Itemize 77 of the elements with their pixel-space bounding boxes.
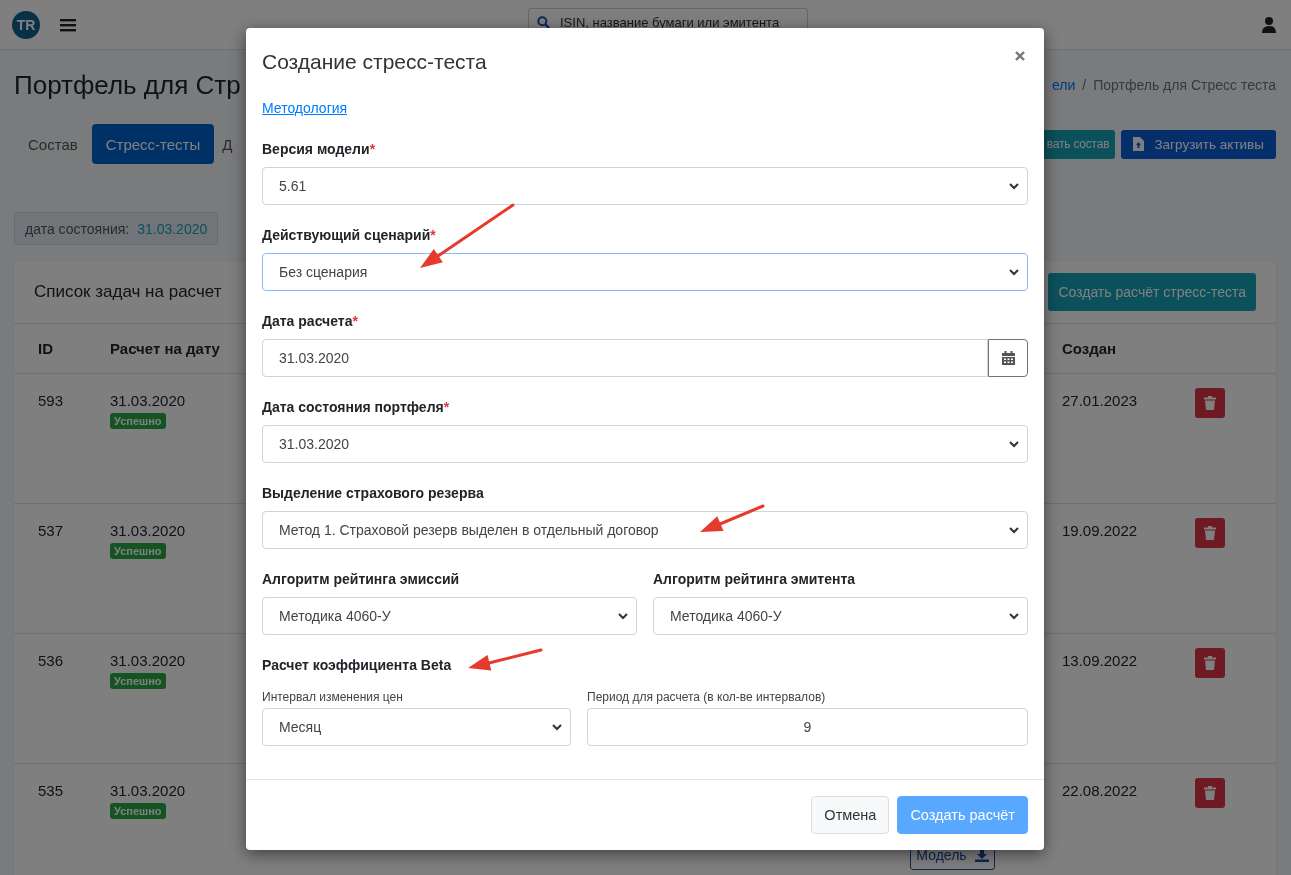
field-label: Интервал изменения цен (262, 689, 404, 706)
section-title: Расчет коэффициента Beta (262, 656, 452, 675)
chevron-down-icon (552, 723, 562, 731)
status-badge: Успешно (110, 543, 166, 559)
table-cell-text: 537 (38, 522, 65, 539)
field-label: Версия модели* (262, 140, 377, 159)
field-label: Выделение страхового резерва (262, 484, 485, 503)
status-badge: Успешно (110, 803, 166, 819)
state-date-value: 31.03.2020 (137, 220, 208, 237)
chevron-down-icon (618, 612, 628, 620)
chevron-down-icon (1009, 268, 1019, 276)
breadcrumb-item[interactable]: ели (1052, 77, 1076, 93)
search-icon (537, 16, 550, 29)
dialog-title: Создание стресс-теста (262, 49, 487, 75)
column-header: Расчет на дату (110, 340, 221, 357)
dialog-button[interactable]: Отмена (811, 796, 890, 834)
number-field[interactable]: 9 (587, 708, 1028, 746)
chevron-down-icon (1009, 612, 1019, 620)
create-stress-test-button[interactable]: Создать расчёт стресс-теста (1048, 273, 1256, 311)
breadcrumb-item: Портфель для Стресс теста (1093, 77, 1276, 93)
field-label: Дата состояния портфеля* (262, 398, 451, 417)
state-date-label: дата состояния: (25, 220, 130, 237)
file-upload-icon (1133, 137, 1145, 151)
table-cell-text: 27.01.2023 (1062, 392, 1139, 409)
table-cell-text: 536 (38, 652, 65, 669)
tab[interactable]: Д (214, 124, 247, 164)
table-cell-text: 19.09.2022 (1062, 522, 1139, 539)
table-cell: 31.03.2020 (110, 652, 186, 669)
tab[interactable]: Стресс-тесты (91, 124, 215, 164)
breadcrumb-separator: / (1082, 77, 1087, 93)
select-field[interactable]: Методика 4060-У (262, 597, 637, 635)
field-label: Дата расчета* (262, 312, 359, 331)
methodology-link[interactable]: Методология (262, 98, 348, 118)
field-label: Действующий сценарий* (262, 226, 437, 245)
delete-button[interactable] (1195, 518, 1225, 548)
calendar-icon (1001, 351, 1015, 365)
table-cell-text: 22.08.2022 (1062, 782, 1139, 799)
column-header: ID (38, 340, 54, 357)
field-label: Алгоритм рейтинга эмиссий (262, 570, 461, 589)
status-badge: Успешно (110, 413, 166, 429)
table-cell: 31.03.2020 (110, 522, 186, 539)
user-icon[interactable] (1262, 16, 1276, 33)
trash-icon (1204, 656, 1216, 670)
logo[interactable]: TR (12, 10, 40, 39)
column-header: Создан (1062, 340, 1118, 357)
table-cell: 31.03.2020 (110, 782, 186, 799)
select-field[interactable]: Метод 1. Страховой резерв выделен в отдельный договор (262, 511, 1028, 549)
menu-icon[interactable] (60, 17, 76, 32)
action-button[interactable]: Загрузить активы (1121, 129, 1276, 159)
select-field[interactable]: Месяц (262, 708, 571, 746)
close-icon[interactable] (1015, 50, 1025, 61)
field-label: Период для расчета (в кол-ве интервалов) (587, 689, 827, 706)
delete-button[interactable] (1195, 648, 1225, 678)
trash-icon (1204, 786, 1216, 800)
card-title: Список задач на расчет (34, 282, 222, 302)
trash-icon (1204, 526, 1216, 540)
table-cell-text: 13.09.2022 (1062, 652, 1139, 669)
tab[interactable]: Состав (14, 124, 92, 164)
select-field[interactable]: Без сценария (262, 253, 1028, 291)
chevron-down-icon (1009, 526, 1019, 534)
chevron-down-icon (1009, 440, 1019, 448)
table-cell-text: 535 (38, 782, 65, 799)
calendar-button[interactable] (988, 339, 1028, 377)
table-cell: 31.03.2020 (110, 392, 186, 409)
select-field[interactable]: Методика 4060-У (653, 597, 1028, 635)
table-cell-text: 593 (38, 392, 65, 409)
page-title: Портфель для Стр (14, 69, 241, 102)
field-label: Алгоритм рейтинга эмитента (653, 570, 857, 589)
chevron-down-icon (1009, 182, 1019, 190)
select-field[interactable]: 31.03.2020 (262, 425, 1028, 463)
select-field[interactable]: 5.61 (262, 167, 1028, 205)
status-badge: Успешно (110, 673, 166, 689)
delete-button[interactable] (1195, 778, 1225, 808)
annotation-arrow (700, 504, 765, 532)
trash-icon (1204, 396, 1216, 410)
delete-button[interactable] (1195, 388, 1225, 418)
date-field[interactable]: 31.03.2020 (262, 339, 988, 377)
